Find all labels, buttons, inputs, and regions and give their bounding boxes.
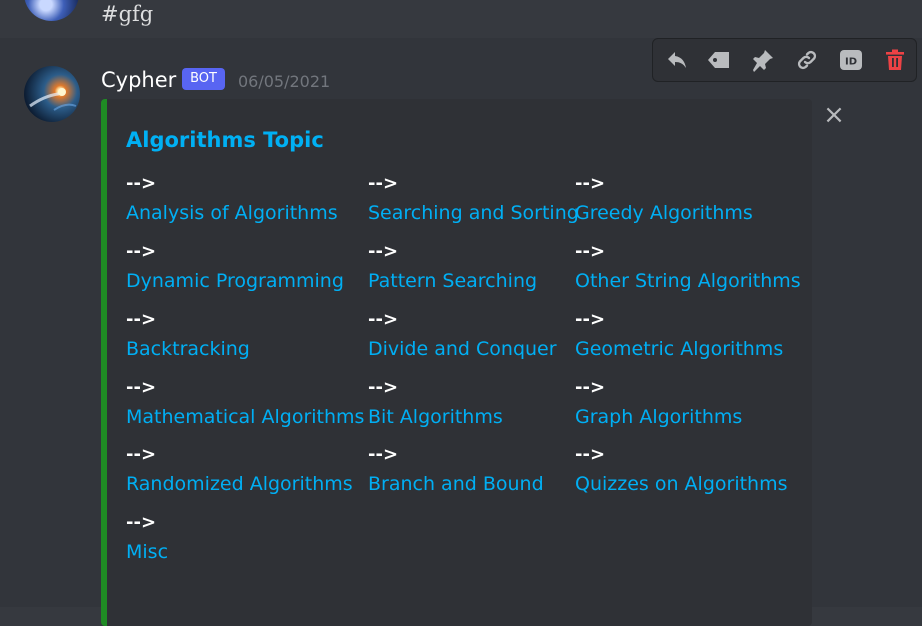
field-link[interactable]: Misc: [126, 538, 168, 566]
previous-message: #gfg: [0, 0, 922, 38]
bot-badge: BOT: [182, 68, 225, 90]
field-name: -->: [368, 377, 399, 398]
username[interactable]: Cypher: [101, 68, 176, 92]
close-icon[interactable]: ×: [821, 102, 847, 128]
embed-field: --> Branch and Bound: [368, 440, 544, 498]
field-link[interactable]: Quizzes on Algorithms: [575, 470, 788, 498]
field-name: -->: [126, 512, 157, 533]
field-link[interactable]: Analysis of Algorithms: [126, 199, 338, 227]
embed-field: --> Quizzes on Algorithms: [575, 440, 788, 498]
embed-title[interactable]: Algorithms Topic: [126, 128, 324, 152]
avatar[interactable]: [24, 66, 80, 122]
embed-field: --> Divide and Conquer: [368, 305, 557, 363]
timestamp[interactable]: 06/05/2021: [238, 72, 330, 91]
field-name: -->: [575, 377, 606, 398]
field-name: -->: [126, 377, 157, 398]
field-link[interactable]: Divide and Conquer: [368, 335, 557, 363]
embed-field: --> Dynamic Programming: [126, 237, 344, 295]
field-name: -->: [368, 444, 399, 465]
field-link[interactable]: Other String Algorithms: [575, 267, 801, 295]
field-name: -->: [368, 173, 399, 194]
embed-field: --> Analysis of Algorithms: [126, 169, 338, 227]
embed-field: --> Randomized Algorithms: [126, 440, 353, 498]
field-link[interactable]: Mathematical Algorithms: [126, 403, 364, 431]
avatar[interactable]: [24, 0, 79, 21]
tag-icon[interactable]: [704, 45, 734, 75]
field-link[interactable]: Geometric Algorithms: [575, 335, 783, 363]
embed: Algorithms Topic × --> Analysis of Algori…: [101, 99, 845, 626]
embed-field: --> Geometric Algorithms: [575, 305, 783, 363]
field-link[interactable]: Dynamic Programming: [126, 267, 344, 295]
field-name: -->: [126, 173, 157, 194]
embed-field: --> Greedy Algorithms: [575, 169, 753, 227]
field-name: -->: [575, 241, 606, 262]
embed-field: --> Mathematical Algorithms: [126, 373, 364, 431]
field-name: -->: [575, 444, 606, 465]
field-link[interactable]: Greedy Algorithms: [575, 199, 753, 227]
field-name: -->: [368, 241, 399, 262]
field-link[interactable]: Randomized Algorithms: [126, 470, 353, 498]
embed-field: --> Misc: [126, 508, 168, 566]
delete-icon[interactable]: [880, 45, 910, 75]
avatar-image: [29, 88, 77, 111]
field-link[interactable]: Backtracking: [126, 335, 250, 363]
reply-icon[interactable]: [662, 45, 692, 75]
pin-icon[interactable]: [748, 45, 778, 75]
embed-field: --> Graph Algorithms: [575, 373, 742, 431]
id-label: ID: [845, 57, 857, 68]
field-link[interactable]: Bit Algorithms: [368, 403, 503, 431]
field-link[interactable]: Graph Algorithms: [575, 403, 742, 431]
embed-field: --> Bit Algorithms: [368, 373, 503, 431]
embed-field: --> Other String Algorithms: [575, 237, 801, 295]
field-link[interactable]: Pattern Searching: [368, 267, 537, 295]
field-name: -->: [126, 241, 157, 262]
embed-field: --> Searching and Sorting: [368, 169, 579, 227]
field-name: -->: [575, 173, 606, 194]
field-name: -->: [575, 309, 606, 330]
embed-field: --> Backtracking: [126, 305, 250, 363]
message-text: #gfg: [101, 2, 154, 26]
embed-field: --> Pattern Searching: [368, 237, 537, 295]
message-actions-toolbar: ID: [652, 38, 917, 82]
id-icon[interactable]: ID: [836, 45, 866, 75]
field-name: -->: [126, 444, 157, 465]
field-link[interactable]: Branch and Bound: [368, 470, 544, 498]
field-link[interactable]: Searching and Sorting: [368, 199, 579, 227]
link-icon[interactable]: [792, 45, 822, 75]
bot-message: Cypher BOT 06/05/2021 ID Algorithms Topi…: [0, 38, 922, 626]
field-name: -->: [126, 309, 157, 330]
field-name: -->: [368, 309, 399, 330]
